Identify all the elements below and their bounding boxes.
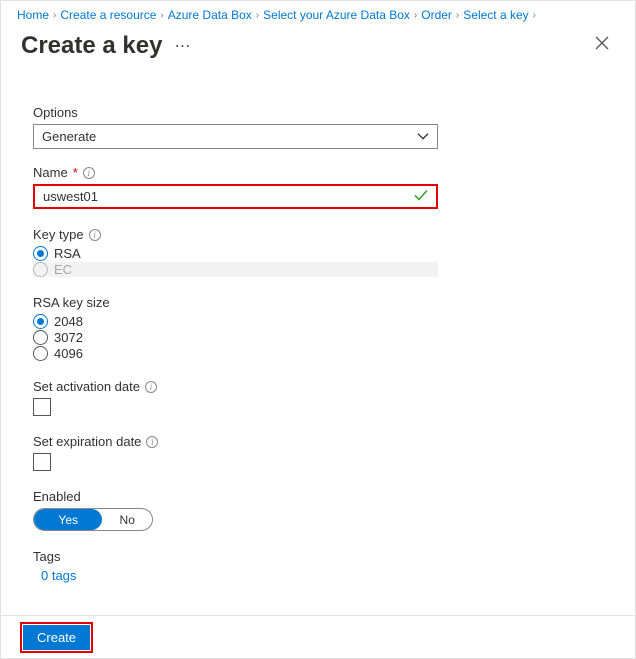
chevron-right-icon: › [53,10,56,21]
options-value: Generate [42,129,96,144]
toggle-no: No [102,509,152,530]
breadcrumb-item[interactable]: Home [17,8,49,22]
form: Options Generate Name * i uswest01 Key t… [1,67,635,583]
breadcrumb-item[interactable]: Select a key [463,8,528,22]
name-input[interactable]: uswest01 [33,184,438,209]
activation-date-label: Set activation date i [33,379,603,394]
enabled-toggle[interactable]: Yes No [33,508,153,531]
info-icon[interactable]: i [146,436,158,448]
breadcrumb-item[interactable]: Select your Azure Data Box [263,8,410,22]
breadcrumb-item[interactable]: Create a resource [60,8,156,22]
create-button[interactable]: Create [23,625,90,650]
key-type-ec: EC [33,262,438,277]
chevron-right-icon: › [160,10,163,21]
chevron-right-icon: › [456,10,459,21]
radio-icon [33,262,48,277]
key-size-4096[interactable]: 4096 [33,346,603,361]
radio-icon [33,314,48,329]
radio-icon [33,330,48,345]
name-value: uswest01 [43,189,98,204]
breadcrumb: Home › Create a resource › Azure Data Box ›… [1,1,635,26]
chevron-right-icon: › [533,10,536,21]
options-label: Options [33,105,603,120]
chevron-down-icon [417,128,429,143]
info-icon[interactable]: i [89,229,101,241]
more-menu-button[interactable]: ⋯ [174,36,191,56]
info-icon[interactable]: i [145,381,157,393]
required-indicator: * [73,165,78,180]
activation-date-checkbox[interactable] [33,398,51,416]
breadcrumb-item[interactable]: Azure Data Box [168,8,252,22]
enabled-label: Enabled [33,489,603,504]
page-header: Create a key ⋯ [1,26,635,67]
toggle-yes: Yes [34,509,102,530]
breadcrumb-item[interactable]: Order [421,8,452,22]
page-title: Create a key [21,32,162,60]
expiration-date-checkbox[interactable] [33,453,51,471]
key-type-rsa[interactable]: RSA [33,246,603,261]
key-size-3072[interactable]: 3072 [33,330,603,345]
footer: Create [1,615,635,658]
radio-icon [33,246,48,261]
key-size-2048[interactable]: 2048 [33,314,603,329]
tags-label: Tags [33,549,603,564]
close-button[interactable] [589,30,615,61]
check-icon [414,189,428,204]
name-label: Name * i [33,165,603,180]
key-type-label: Key type i [33,227,603,242]
radio-icon [33,346,48,361]
key-size-label: RSA key size [33,295,603,310]
tags-link[interactable]: 0 tags [33,568,603,583]
close-icon [595,36,609,50]
expiration-date-label: Set expiration date i [33,434,603,449]
options-select[interactable]: Generate [33,124,438,149]
info-icon[interactable]: i [83,167,95,179]
chevron-right-icon: › [414,10,417,21]
chevron-right-icon: › [256,10,259,21]
